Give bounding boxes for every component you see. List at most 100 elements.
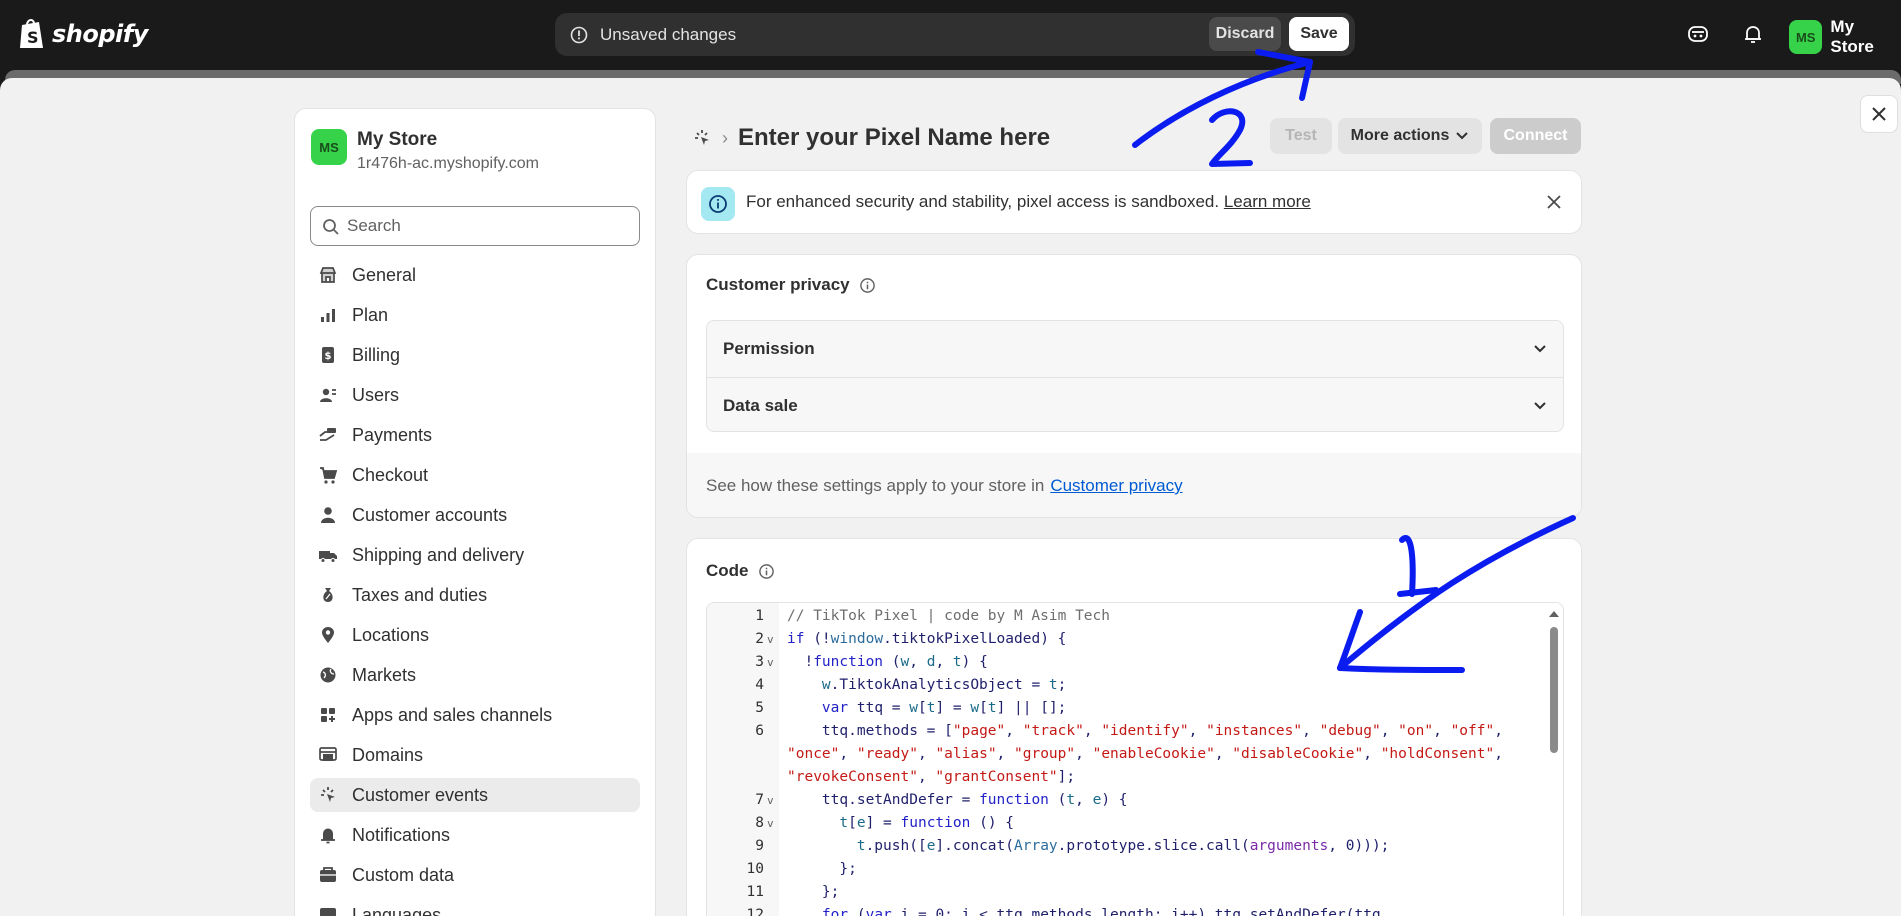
close-settings-button[interactable] bbox=[1860, 95, 1898, 133]
svg-text:$: $ bbox=[325, 351, 332, 362]
sidebar-item-plan[interactable]: Plan bbox=[310, 298, 640, 332]
fold-chevron-icon[interactable]: v bbox=[767, 812, 774, 835]
close-icon bbox=[1872, 107, 1886, 121]
sidebar-item-label: Apps and sales channels bbox=[352, 704, 553, 725]
code-line[interactable]: 3v !function (w, d, t) { bbox=[707, 651, 1563, 674]
code-line[interactable]: "once", "ready", "alias", "group", "enab… bbox=[707, 743, 1563, 766]
code-line[interactable]: 9 t.push([e].concat(Array.prototype.slic… bbox=[707, 835, 1563, 858]
line-number: 7 bbox=[755, 792, 764, 808]
data-sale-label: Data sale bbox=[723, 395, 798, 415]
sidebar-item-label: Domains bbox=[352, 744, 424, 765]
languages-icon bbox=[320, 908, 336, 916]
dismiss-banner-icon[interactable] bbox=[1545, 193, 1563, 211]
sidebar-item-label: Billing bbox=[352, 344, 401, 365]
store-icon bbox=[319, 267, 337, 283]
code-line[interactable]: 4 w.TiktokAnalyticsObject = t; bbox=[707, 674, 1563, 697]
code-line[interactable]: 11 }; bbox=[707, 881, 1563, 904]
customer-privacy-link[interactable]: Customer privacy bbox=[1050, 476, 1182, 496]
sidebar-item-label: Notifications bbox=[352, 824, 451, 845]
code-line[interactable]: 8v t[e] = function () { bbox=[707, 812, 1563, 835]
code-card: Code 1 // TikTok Pixel | code by M Asim T… bbox=[686, 538, 1582, 916]
shopify-logo[interactable]: S shopify bbox=[18, 17, 148, 51]
users-icon bbox=[320, 388, 336, 402]
sidebar-item-billing[interactable]: $ Billing bbox=[310, 338, 640, 372]
sidebar-item-label: Locations bbox=[352, 624, 430, 645]
sidebar-item-languages[interactable]: Languages bbox=[310, 898, 640, 916]
code-title: Code bbox=[706, 561, 749, 580]
sidebar-item-users[interactable]: Users bbox=[310, 378, 640, 412]
sidebar-item-shipping-and-delivery[interactable]: Shipping and delivery bbox=[310, 538, 640, 572]
avatar: MS bbox=[1789, 20, 1823, 54]
sidebar-item-checkout[interactable]: Checkout bbox=[310, 458, 640, 492]
fold-chevron-icon[interactable]: v bbox=[767, 651, 774, 674]
sidekick-icon[interactable] bbox=[1686, 22, 1710, 46]
sidebar-item-label: Payments bbox=[352, 424, 433, 445]
code-line[interactable]: 6 ttq.methods = ["page", "track", "ident… bbox=[707, 720, 1563, 743]
chevron-down-icon bbox=[1534, 401, 1546, 409]
code-line[interactable]: 5 var ttq = w[t] = w[t] || []; bbox=[707, 697, 1563, 720]
code-line[interactable]: 1 // TikTok Pixel | code by M Asim Tech bbox=[707, 605, 1563, 628]
custom-data-icon bbox=[320, 867, 336, 882]
sidebar-item-domains[interactable]: Domains bbox=[310, 738, 640, 772]
page-title[interactable]: Enter your Pixel Name here bbox=[738, 124, 1050, 152]
code-text: }; bbox=[787, 884, 840, 900]
sidebar-item-general[interactable]: General bbox=[310, 258, 640, 292]
store-title: My Store bbox=[357, 129, 438, 150]
sidebar-item-customer-events[interactable]: Customer events bbox=[310, 778, 640, 812]
customer-events-icon bbox=[695, 130, 709, 145]
code-text: !function (w, d, t) { bbox=[787, 654, 988, 670]
line-number: 4 bbox=[755, 677, 764, 693]
sidebar-item-label: General bbox=[352, 264, 417, 285]
more-actions-button[interactable]: More actions bbox=[1338, 118, 1482, 154]
code-editor[interactable]: 1// TikTok Pixel | code by M Asim Tech 2 v… bbox=[706, 602, 1564, 916]
sidebar-item-custom-data[interactable]: Custom data bbox=[310, 858, 640, 892]
code-line[interactable]: 10 }; bbox=[707, 858, 1563, 881]
permission-row[interactable]: Permission bbox=[707, 321, 1563, 377]
sidebar-item-notifications[interactable]: Notifications bbox=[310, 818, 640, 852]
connect-button[interactable]: Connect bbox=[1490, 118, 1581, 154]
code-line[interactable]: 2 v if (!window.tiktokPixelLoaded) { bbox=[707, 628, 1563, 651]
learn-more-link[interactable]: Learn more bbox=[1224, 192, 1311, 211]
privacy-footer-text: See how these settings apply to your sto… bbox=[706, 476, 1045, 495]
info-icon[interactable] bbox=[758, 563, 775, 580]
search-input[interactable]: Search bbox=[310, 206, 640, 246]
store-header[interactable]: MS My Store 1r476h-ac.myshopify.com bbox=[311, 129, 539, 173]
data-sale-row[interactable]: Data sale bbox=[707, 377, 1563, 433]
sidebar-item-payments[interactable]: Payments bbox=[310, 418, 640, 452]
code-line[interactable]: 7v ttq.setAndDefer = function (t, e) { bbox=[707, 789, 1563, 812]
test-button[interactable]: Test bbox=[1270, 118, 1332, 154]
sandbox-info-banner: For enhanced security and stability, pix… bbox=[686, 170, 1582, 234]
top-bar: S shopify Unsaved changes Discard Save M… bbox=[0, 0, 1901, 68]
sidebar-item-taxes-and-duties[interactable]: Taxes and duties bbox=[310, 578, 640, 612]
plan-icon bbox=[321, 309, 335, 322]
sidebar-item-apps-and-sales-channels[interactable]: Apps and sales channels bbox=[310, 698, 640, 732]
more-actions-label: More actions bbox=[1350, 127, 1450, 144]
chevron-down-icon bbox=[1456, 132, 1469, 140]
bell-icon[interactable] bbox=[1741, 22, 1765, 46]
sidebar-item-locations[interactable]: Locations bbox=[310, 618, 640, 652]
settings-sidebar: MS My Store 1r476h-ac.myshopify.com Sear… bbox=[294, 108, 656, 916]
location-pin-icon bbox=[322, 627, 334, 643]
line-number: 1 bbox=[755, 608, 764, 624]
line-number: 2 bbox=[755, 631, 764, 647]
fold-chevron-icon[interactable]: v bbox=[767, 628, 774, 651]
store-menu-button[interactable]: MS My Store bbox=[1789, 17, 1901, 57]
payments-icon bbox=[319, 428, 336, 441]
code-line[interactable]: "revokeConsent", "grantConsent"]; bbox=[707, 766, 1563, 789]
save-button[interactable]: Save bbox=[1289, 17, 1349, 51]
sidebar-item-label: Taxes and duties bbox=[352, 584, 488, 605]
globe-icon bbox=[320, 667, 336, 683]
line-number: 12 bbox=[746, 907, 764, 916]
discard-button[interactable]: Discard bbox=[1209, 17, 1281, 51]
truck-icon bbox=[319, 551, 337, 563]
unsaved-changes-label: Unsaved changes bbox=[600, 25, 737, 44]
store-name: My Store bbox=[1830, 17, 1874, 56]
sidebar-item-label: Markets bbox=[352, 664, 417, 685]
sidebar-item-customer-accounts[interactable]: Customer accounts bbox=[310, 498, 640, 532]
sidebar-item-markets[interactable]: Markets bbox=[310, 658, 640, 692]
info-icon[interactable] bbox=[859, 277, 876, 294]
code-line[interactable]: 12 for (var i = 0; i < ttq.methods.lengt… bbox=[707, 904, 1563, 916]
fold-chevron-icon[interactable]: v bbox=[767, 789, 774, 812]
customer-privacy-title: Customer privacy bbox=[706, 275, 850, 294]
domains-icon bbox=[319, 747, 337, 761]
